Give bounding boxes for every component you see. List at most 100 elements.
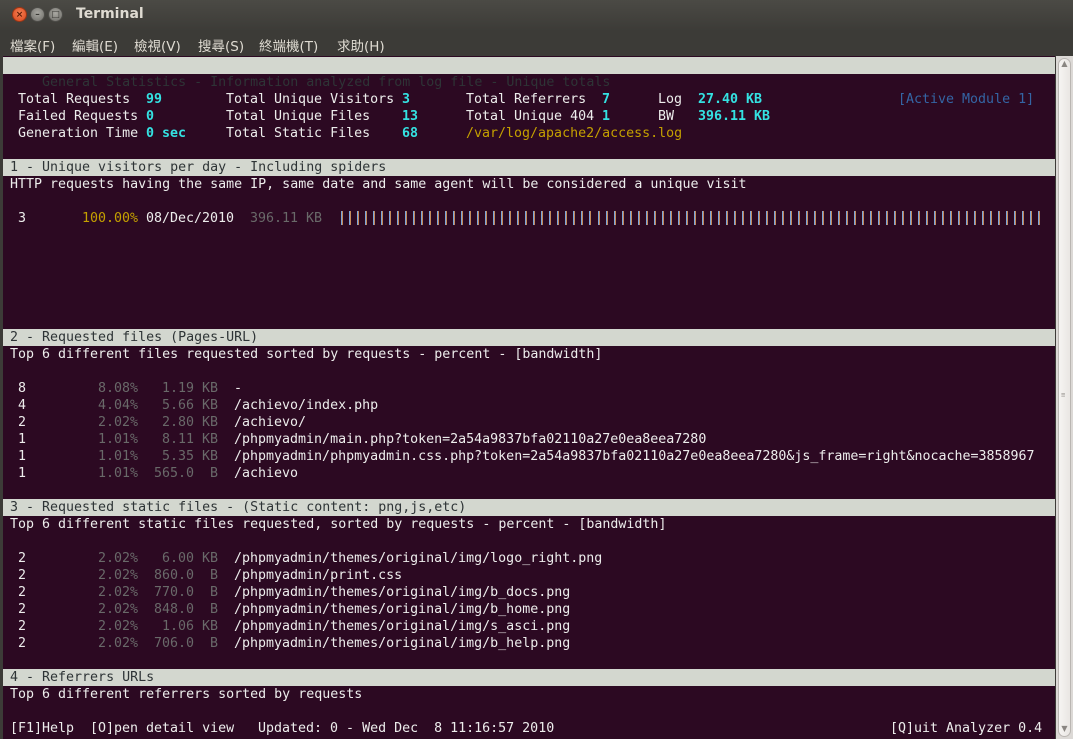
row-bandwidth: 1.19 KB (161, 381, 218, 396)
stat-unique-visitors-value: 3 (402, 92, 411, 107)
row-path: /phpmyadmin/themes/original/img/logo_rig… (234, 551, 603, 566)
stat-static-files-value: 68 (402, 126, 419, 141)
row-percent: 2.02% (97, 585, 138, 600)
bar-segment (410, 210, 418, 227)
bar-segment (843, 210, 851, 227)
bar-segment (338, 210, 346, 227)
bar-segment (611, 210, 619, 227)
bar-segment (835, 210, 843, 227)
menu-view[interactable]: 檢視(V) (134, 35, 181, 55)
bar-segment (530, 210, 538, 227)
bar-segment (675, 210, 683, 227)
general-stats-header: General Statistics - Information analyze… (3, 57, 1055, 107)
bar-segment (370, 210, 378, 227)
row-percent: 1.01% (97, 449, 138, 464)
bar-segment (851, 210, 859, 227)
row-hits: 8 (18, 381, 27, 396)
row-bandwidth: 770.0 B (153, 585, 218, 600)
stat-generation-time: Generation Time (18, 126, 139, 141)
bar-segment (875, 210, 883, 227)
bar-segment (651, 210, 659, 227)
bar-segment (827, 210, 835, 227)
bar-segment (755, 210, 763, 227)
section2-description: Top 6 different files requested sorted b… (10, 347, 603, 362)
bar-segment (546, 210, 554, 227)
scroll-down-icon[interactable]: ▼ (1056, 724, 1073, 733)
row-path: /phpmyadmin/themes/original/img/s_asci.p… (234, 619, 571, 634)
stat-unique-visitors: Total Unique Visitors (226, 92, 395, 107)
bar-segment (578, 210, 586, 227)
vertical-scrollbar[interactable]: ▲ ≡ ▼ (1056, 56, 1073, 739)
bar-segment (771, 210, 779, 227)
bar-segment (739, 210, 747, 227)
bar-segment (899, 210, 907, 227)
stat-static-files: Total Static Files (226, 126, 371, 141)
label: Total Requests (18, 92, 131, 107)
row-path: /phpmyadmin/themes/original/img/b_help.p… (234, 636, 571, 651)
bar-segment (683, 210, 691, 227)
bar-segment (955, 210, 963, 227)
stat-referrers-value: 7 (602, 92, 611, 107)
bar-segment (490, 210, 498, 227)
bar-segment (643, 210, 651, 227)
bar-segment (619, 210, 627, 227)
row-bandwidth: 1.06 KB (161, 619, 218, 634)
stat-total-requests-value: 99 (146, 92, 163, 107)
menu-help[interactable]: 求助(H) (337, 35, 385, 55)
bar-segment (442, 210, 450, 227)
general-header-text: General Statistics - Information analyze… (42, 75, 611, 90)
row-hits: 2 (18, 619, 27, 634)
terminal-area[interactable]: General Statistics - Information analyze… (3, 56, 1055, 739)
scroll-up-icon[interactable]: ▲ (1056, 59, 1073, 68)
stat-unique-404: Total Unique 404 (466, 109, 595, 124)
bar-segment (667, 210, 675, 227)
row-percent: 1.01% (97, 466, 138, 481)
row-bandwidth: 5.66 KB (161, 398, 218, 413)
row-bandwidth: 860.0 B (153, 568, 218, 583)
stat-unique-files-value: 13 (402, 109, 419, 124)
bar-segment (691, 210, 699, 227)
menu-terminal[interactable]: 終端機(T) (259, 35, 318, 55)
row-percent: 2.02% (97, 415, 138, 430)
row-path: /phpmyadmin/print.css (234, 568, 403, 583)
section2-header[interactable]: 2 - Requested files (Pages-URL) (3, 329, 1055, 346)
row-bandwidth: 8.11 KB (161, 432, 218, 447)
bar-segment (418, 210, 426, 227)
stat-referrers: Total Referrers (466, 92, 587, 107)
open-detail-key[interactable]: [O]pen detail view (90, 720, 234, 737)
section3-header[interactable]: 3 - Requested static files - (Static con… (3, 499, 1055, 516)
row-date: 08/Dec/2010 (146, 211, 235, 226)
bar-segment (803, 210, 811, 227)
window-titlebar: × – □ Terminal (0, 0, 1073, 31)
bar-segment (979, 210, 987, 227)
menubar: 檔案(F) 編輯(E) 檢視(V) 搜尋(S) 終端機(T) 求助(H) (0, 31, 1073, 56)
menu-edit[interactable]: 編輯(E) (72, 35, 118, 55)
bar-segment (811, 210, 819, 227)
menu-search[interactable]: 搜尋(S) (198, 35, 244, 55)
stat-failed-requests-value: 0 (146, 109, 155, 124)
bar-segment (723, 210, 731, 227)
close-icon[interactable]: × (12, 7, 27, 22)
visitor-bar-graph (338, 210, 1048, 227)
quit-key[interactable]: [Q]uit Analyzer 0.4 (890, 720, 1042, 737)
bar-segment (883, 210, 891, 227)
section1-header[interactable]: 1 - Unique visitors per day - Including … (3, 159, 1055, 176)
bar-segment (907, 210, 915, 227)
row-hits: 1 (18, 449, 27, 464)
help-key[interactable]: [F1]Help (10, 720, 74, 737)
row-path: /phpmyadmin/main.php?token=2a54a9837bfa0… (234, 432, 707, 447)
bar-segment (394, 210, 402, 227)
bar-segment (538, 210, 546, 227)
section4-header[interactable]: 4 - Referrers URLs (3, 669, 1055, 686)
row-percent: 2.02% (97, 551, 138, 566)
bar-segment (498, 210, 506, 227)
row-hits: 2 (18, 602, 27, 617)
bar-segment (635, 210, 643, 227)
maximize-icon[interactable]: □ (48, 7, 63, 22)
bar-segment (939, 210, 947, 227)
menu-file[interactable]: 檔案(F) (10, 35, 55, 55)
bar-segment (659, 210, 667, 227)
stat-unique-files: Total Unique Files (226, 109, 371, 124)
scrollbar-grip-icon: ≡ (1061, 391, 1066, 399)
minimize-icon[interactable]: – (30, 7, 45, 22)
